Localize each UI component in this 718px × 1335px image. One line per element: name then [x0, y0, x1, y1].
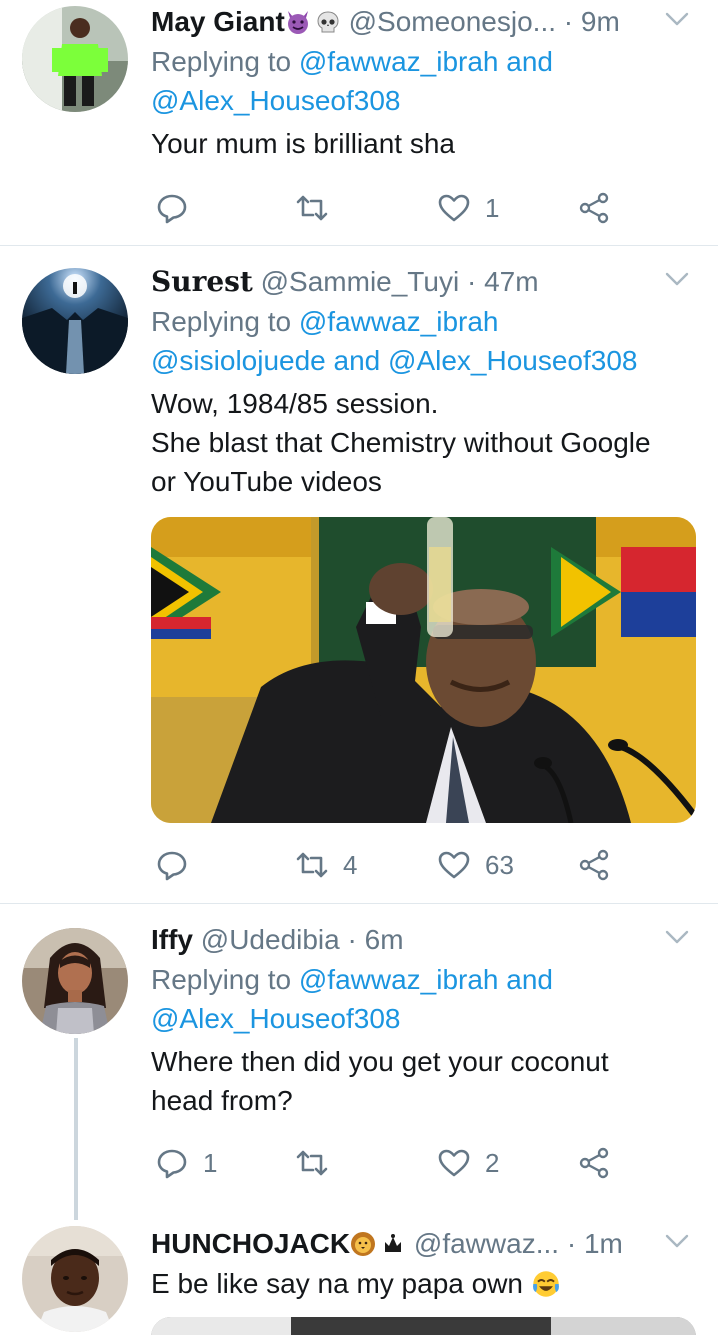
- reply-icon: [157, 1149, 187, 1179]
- chevron-down-icon[interactable]: [664, 270, 690, 288]
- timestamp[interactable]: 9m: [581, 6, 620, 37]
- replying-and[interactable]: and: [506, 46, 553, 77]
- display-name[interactable]: May Giant: [151, 6, 285, 37]
- retweet-count: 4: [343, 849, 358, 880]
- replying-and[interactable]: and: [334, 345, 381, 376]
- like-button[interactable]: 1: [437, 186, 499, 230]
- display-name[interactable]: Iffy: [151, 924, 193, 955]
- display-name[interactable]: HUNCHOJACK: [151, 1228, 350, 1259]
- reply-button[interactable]: [155, 843, 203, 887]
- handle[interactable]: @Sammie_Tuyi: [261, 266, 460, 297]
- separator-dot: ·: [347, 924, 357, 955]
- reply-button[interactable]: [155, 186, 203, 230]
- retweet-icon: [296, 852, 328, 878]
- handle[interactable]: @fawwaz...: [414, 1228, 559, 1259]
- retweet-button[interactable]: [295, 186, 343, 230]
- reply-icon: [157, 194, 187, 224]
- reply-count: 1: [203, 1147, 218, 1178]
- retweet-button[interactable]: [295, 1141, 343, 1185]
- chevron-down-icon[interactable]: [664, 10, 690, 28]
- retweet-icon: [296, 1150, 328, 1176]
- mention-link[interactable]: @fawwaz_ibrah: [299, 306, 499, 337]
- tweet-text-line: head from?: [151, 1085, 293, 1116]
- tweet-iffy[interactable]: Iffy @Udedibia · 6m Replying to @fawwaz_…: [0, 904, 718, 1220]
- tweet-media-image[interactable]: [151, 517, 696, 823]
- display-name[interactable]: Surest: [151, 265, 253, 298]
- share-button[interactable]: [577, 843, 611, 887]
- tweet-text: Your mum is brilliant sha: [151, 128, 455, 159]
- mention-link[interactable]: @Alex_Houseof308: [151, 1003, 400, 1034]
- tweet-may-giant[interactable]: May Giant @Someonesjo... · 9m Replying t…: [0, 0, 718, 245]
- separator-dot: ·: [563, 6, 574, 37]
- separator-dot: ·: [566, 1228, 577, 1259]
- retweet-button[interactable]: 4: [295, 843, 357, 887]
- replying-prefix: Replying to: [151, 306, 292, 337]
- mention-link[interactable]: @sisiolojuede: [151, 345, 326, 376]
- tweet-text-line: or YouTube videos: [151, 466, 382, 497]
- timestamp[interactable]: 6m: [365, 924, 404, 955]
- replying-to: Replying to @fawwaz_ibrah @sisiolojuede …: [151, 302, 696, 380]
- replying-and[interactable]: and: [506, 964, 553, 995]
- like-button[interactable]: 2: [437, 1141, 499, 1185]
- mention-link[interactable]: @Alex_Houseof308: [151, 85, 400, 116]
- like-count: 1: [485, 192, 500, 223]
- tweet-text-line: Wow, 1984/85 session.: [151, 388, 439, 419]
- share-icon: [579, 192, 609, 224]
- share-icon: [579, 849, 609, 881]
- tweet-actions: 4 63: [151, 843, 696, 887]
- separator-dot: ·: [466, 266, 477, 297]
- tweet-header: HUNCHOJACK @fawwaz... · 1m: [151, 1224, 696, 1264]
- tweet-text-content: E be like say na my papa own: [151, 1268, 523, 1299]
- skull-emoji: [317, 11, 339, 33]
- retweet-icon: [296, 195, 328, 221]
- lion-emoji: [351, 1232, 376, 1256]
- like-button[interactable]: 63: [437, 843, 514, 887]
- share-button[interactable]: [577, 186, 611, 230]
- handle[interactable]: @Udedibia: [201, 924, 340, 955]
- like-count: 63: [485, 849, 514, 880]
- share-button[interactable]: [577, 1141, 611, 1185]
- share-icon: [579, 1147, 609, 1179]
- avatar[interactable]: [22, 268, 128, 374]
- mention-link[interactable]: @fawwaz_ibrah: [299, 964, 499, 995]
- heart-icon: [438, 1149, 470, 1177]
- timestamp[interactable]: 47m: [484, 266, 538, 297]
- avatar[interactable]: [22, 1226, 128, 1332]
- tears-of-joy-emoji: [532, 1271, 559, 1297]
- tweet-hunchojack[interactable]: HUNCHOJACK @fawwaz... · 1m E be like say…: [0, 1220, 718, 1335]
- tweet-text-line: Where then did you get your coconut: [151, 1046, 609, 1077]
- chevron-down-icon[interactable]: [664, 1232, 690, 1250]
- thread-line: [74, 1038, 78, 1220]
- tweet-surest[interactable]: Surest @Sammie_Tuyi · 47m Replying to @f…: [0, 246, 718, 903]
- reply-button[interactable]: 1: [155, 1141, 217, 1185]
- replying-to: Replying to @fawwaz_ibrah and @Alex_Hous…: [151, 42, 696, 120]
- avatar[interactable]: [22, 928, 128, 1034]
- tweet-header: May Giant @Someonesjo... · 9m: [151, 2, 696, 42]
- tweet-header: Surest @Sammie_Tuyi · 47m: [151, 262, 696, 302]
- tweet-media-image[interactable]: [151, 1317, 696, 1335]
- chevron-down-icon[interactable]: [664, 928, 690, 946]
- mention-link[interactable]: @Alex_Houseof308: [388, 345, 637, 376]
- tweet-header: Iffy @Udedibia · 6m: [151, 920, 696, 960]
- tweet-text: E be like say na my papa own: [151, 1264, 696, 1303]
- tweet-actions: 1 2: [151, 1141, 696, 1185]
- replying-prefix: Replying to: [151, 46, 292, 77]
- smiling-devil-emoji: [287, 11, 308, 34]
- tweet-actions: 1: [151, 186, 696, 230]
- avatar[interactable]: [22, 6, 128, 112]
- tweet-text: Where then did you get your coconut head…: [151, 1042, 696, 1120]
- timestamp[interactable]: 1m: [584, 1228, 623, 1259]
- tweet-text: Wow, 1984/85 session. She blast that Che…: [151, 384, 696, 501]
- crown-emoji: [385, 1234, 402, 1252]
- heart-icon: [438, 851, 470, 879]
- reply-icon: [157, 851, 187, 881]
- like-count: 2: [485, 1147, 500, 1178]
- replying-prefix: Replying to: [151, 964, 292, 995]
- tweet-text-line: She blast that Chemistry without Google: [151, 427, 651, 458]
- handle[interactable]: @Someonesjo...: [349, 6, 556, 37]
- replying-to: Replying to @fawwaz_ibrah and @Alex_Hous…: [151, 960, 696, 1038]
- mention-link[interactable]: @fawwaz_ibrah: [299, 46, 499, 77]
- heart-icon: [438, 194, 470, 222]
